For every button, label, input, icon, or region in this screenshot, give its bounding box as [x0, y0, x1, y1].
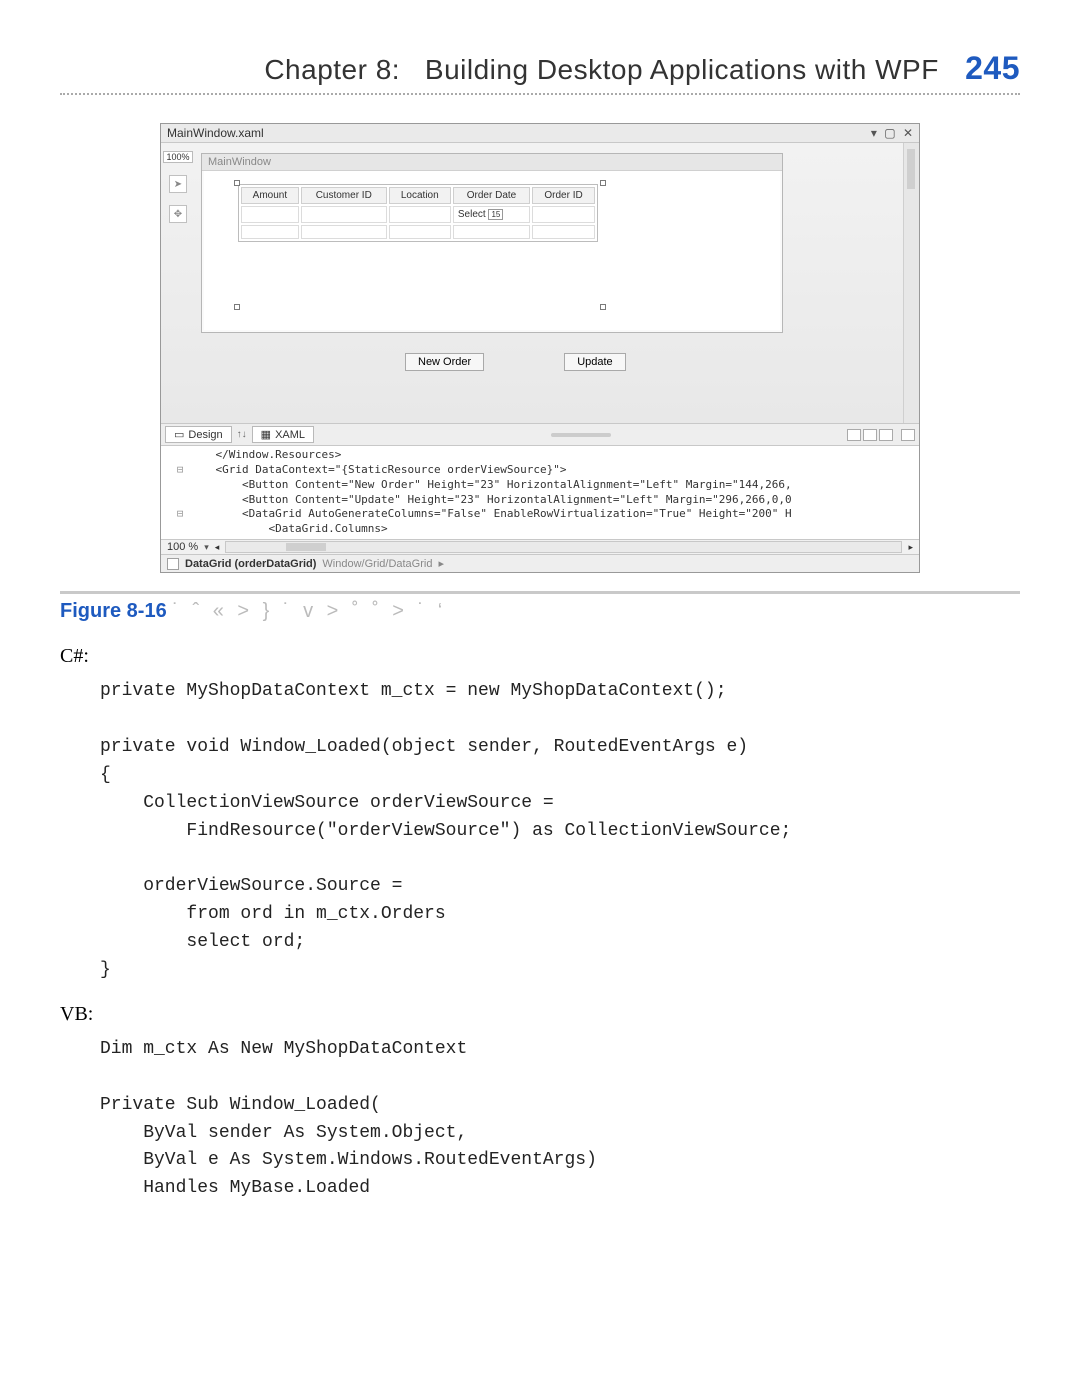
resize-handle[interactable] — [234, 304, 240, 310]
resize-handle[interactable] — [600, 304, 606, 310]
scroll-left-icon[interactable]: ◂ — [215, 542, 220, 553]
element-breadcrumb[interactable]: DataGrid (orderDataGrid) Window/Grid/Dat… — [161, 555, 919, 572]
col-amount[interactable]: Amount — [241, 187, 299, 204]
split-view-tabs: ▭ Design ↑↓ ▦ XAML — [161, 423, 919, 446]
col-orderid[interactable]: Order ID — [532, 187, 595, 204]
xaml-line: <Grid DataContext="{StaticResource order… — [189, 463, 567, 476]
xaml-statusbar: 100 % ▾ ◂ ▸ — [161, 540, 919, 555]
breadcrumb-icon — [167, 558, 179, 570]
csharp-heading: C#: — [60, 645, 1020, 668]
window-buttons: ▾ ▢ ✕ — [867, 126, 913, 140]
scroll-right-icon[interactable]: ▸ — [908, 542, 913, 553]
xaml-hscroll[interactable] — [225, 541, 902, 553]
resize-handle[interactable] — [234, 180, 240, 186]
collapse-pane-icon[interactable] — [879, 429, 893, 441]
xaml-tab-icon: ▦ — [261, 428, 271, 441]
breadcrumb-path: Window/Grid/DataGrid — [322, 558, 432, 570]
zoom-badge[interactable]: 100% — [163, 151, 192, 163]
file-tab[interactable]: MainWindow.xaml — [167, 126, 264, 140]
designer-toolbar: 100% ➤ ✥ — [161, 143, 195, 423]
close-icon[interactable]: ✕ — [903, 126, 913, 140]
col-customerid[interactable]: Customer ID — [301, 187, 387, 204]
xaml-line: </Window.Resources> — [189, 448, 341, 461]
xaml-line: <Button Content="Update" Height="23" Hor… — [189, 493, 792, 506]
breadcrumb-chevron-icon[interactable]: ▸ — [438, 557, 444, 570]
designer-child-window: MainWindow Amount Customer ID Location O… — [201, 153, 783, 333]
figure-label: Figure 8-16 — [60, 600, 167, 622]
split-vertical-icon[interactable] — [847, 429, 861, 441]
swap-panes-icon[interactable]: ↑↓ — [234, 429, 250, 440]
expand-pane-icon[interactable] — [901, 429, 915, 441]
xaml-line: <Button Content="New Order" Height="23" … — [189, 478, 792, 491]
vb-heading: VB: — [60, 1003, 1020, 1026]
update-button[interactable]: Update — [564, 353, 625, 371]
zoom-dropdown-icon[interactable]: ▾ — [204, 542, 209, 553]
cell-select[interactable]: Select 15 — [453, 206, 530, 223]
child-window-title: MainWindow — [202, 154, 782, 171]
design-tab-icon: ▭ — [174, 428, 184, 441]
xaml-tab[interactable]: ▦ XAML — [252, 426, 314, 443]
splitter-grip[interactable] — [551, 433, 611, 437]
csharp-code-block: private MyShopDataContext m_ctx = new My… — [100, 678, 1020, 985]
xaml-zoom-percent[interactable]: 100 % — [167, 541, 198, 553]
chapter-label: Chapter 8: — [264, 54, 400, 85]
designer-surface: 100% ➤ ✥ MainWindow Amount Customer ID L… — [161, 143, 919, 423]
xaml-line: <DataGrid AutoGenerateColumns="False" En… — [189, 507, 792, 520]
new-order-button[interactable]: New Order — [405, 353, 484, 371]
designer-vscroll[interactable] — [903, 143, 919, 423]
pointer-tool-icon[interactable]: ➤ — [169, 175, 187, 193]
page-number: 245 — [965, 50, 1020, 86]
design-tab[interactable]: ▭ Design — [165, 426, 232, 443]
split-horizontal-icon[interactable] — [863, 429, 877, 441]
calendar-icon[interactable]: 15 — [488, 209, 503, 220]
ide-titlebar: MainWindow.xaml ▾ ▢ ✕ — [161, 124, 919, 143]
breadcrumb-current: DataGrid (orderDataGrid) — [185, 558, 316, 570]
col-orderdate[interactable]: Order Date — [453, 187, 530, 204]
col-location[interactable]: Location — [389, 187, 451, 204]
pan-tool-icon[interactable]: ✥ — [169, 205, 187, 223]
chapter-title: Building Desktop Applications with WPF — [425, 54, 939, 85]
dropdown-icon[interactable]: ▾ — [871, 126, 877, 140]
running-header: Chapter 8: Building Desktop Applications… — [60, 40, 1020, 95]
vb-code-block: Dim m_ctx As New MyShopDataContext Priva… — [100, 1036, 1020, 1203]
figure-caption: Figure 8-16 ˙ ˆ « > } ˙ v > ˚ ˚ > ˙ ‘ — [60, 600, 1020, 623]
figure-rest: ˙ ˆ « > } ˙ v > ˚ ˚ > ˙ ‘ — [172, 600, 446, 622]
datagrid-preview[interactable]: Amount Customer ID Location Order Date O… — [238, 184, 598, 242]
xaml-line: <DataGrid.Columns> — [189, 522, 388, 535]
resize-handle[interactable] — [600, 180, 606, 186]
maximize-icon[interactable]: ▢ — [884, 126, 895, 140]
figure-rule — [60, 591, 1020, 594]
xaml-source-pane[interactable]: </Window.Resources> ⊟ <Grid DataContext=… — [161, 446, 919, 540]
ide-screenshot: MainWindow.xaml ▾ ▢ ✕ 100% ➤ ✥ MainWindo… — [160, 123, 920, 573]
